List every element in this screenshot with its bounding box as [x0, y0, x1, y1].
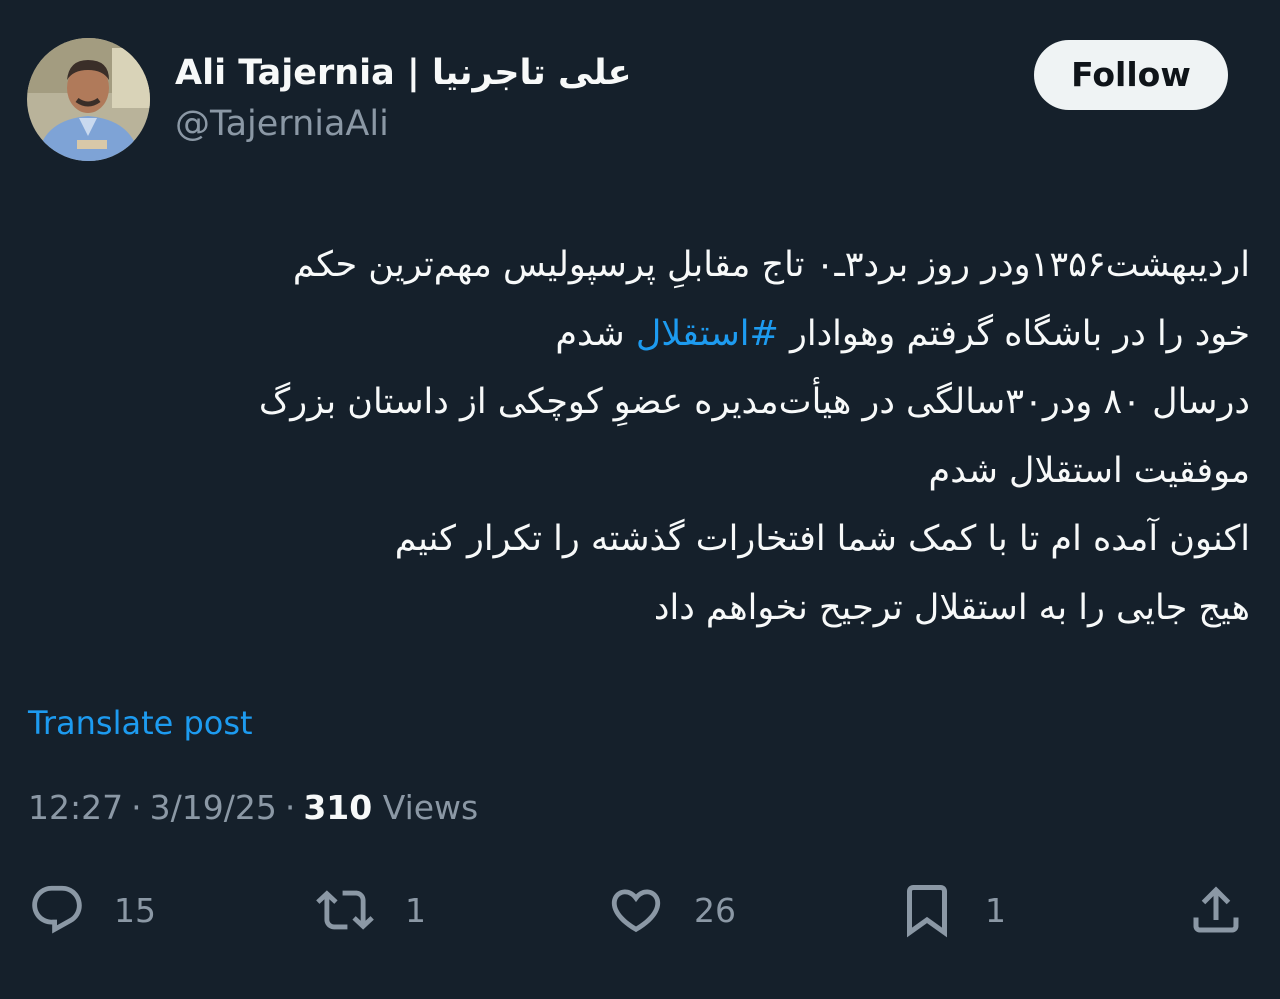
post-line: هیج جایی را به استقلال ترجیح نخواهم داد [653, 587, 1250, 628]
post-time[interactable]: 12:27 [28, 788, 123, 827]
bookmark-count: 1 [985, 890, 1006, 930]
share-button[interactable] [1186, 870, 1246, 950]
avatar-photo [27, 38, 150, 161]
post-text: اردیبهشت۱۳۵۶ودر روز برد۳ـ۰ تاج مقابلِ پر… [28, 231, 1250, 642]
author-display-name[interactable]: Ali Tajernia | علی تاجرنیا [175, 50, 632, 96]
follow-button[interactable]: Follow [1034, 40, 1228, 110]
translate-post-link[interactable]: Translate post [28, 700, 253, 746]
action-bar: 15 1 26 1 [0, 870, 1280, 950]
bookmark-button[interactable]: 1 [897, 870, 1006, 950]
views-label: Views [382, 788, 479, 827]
meta-separator: · [131, 788, 142, 827]
like-icon [611, 889, 661, 933]
repost-icon [316, 890, 374, 930]
post-meta: 12:27 · 3/19/25 · 310 Views [28, 785, 478, 831]
post-date[interactable]: 3/19/25 [150, 788, 277, 827]
meta-separator: · [284, 788, 296, 827]
post-line: خود را در باشگاه گرفتم وهوادار #استقلال … [28, 300, 1250, 369]
avatar[interactable] [27, 38, 150, 161]
post-line: اردیبهشت۱۳۵۶ودر روز برد۳ـ۰ تاج مقابلِ پر… [292, 245, 1250, 285]
post-line: درسال ۸۰ ودر۳۰سالگی در هیأت‌مدیره عضوِ ک… [258, 382, 1250, 422]
post-line: موفقیت استقلال شدم [928, 450, 1250, 491]
hashtag-link[interactable]: #استقلال [636, 314, 779, 354]
post-line: اکنون آمده ام تا با کمک شما افتخارات گذش… [394, 519, 1250, 559]
reply-count: 15 [114, 890, 156, 930]
repost-button[interactable]: 1 [313, 870, 426, 950]
post-line-text: خود را در باشگاه گرفتم وهوادار [778, 313, 1250, 354]
bookmark-icon [907, 885, 947, 938]
post-line-text: شدم [555, 313, 636, 354]
repost-count: 1 [405, 890, 426, 930]
reply-icon [32, 885, 82, 934]
like-button[interactable]: 26 [606, 870, 736, 950]
views-count: 310 [303, 788, 373, 827]
reply-button[interactable]: 15 [28, 870, 156, 950]
author-handle[interactable]: @TajerniaAli [175, 101, 389, 147]
like-count: 26 [694, 890, 736, 930]
share-icon [1193, 886, 1239, 933]
